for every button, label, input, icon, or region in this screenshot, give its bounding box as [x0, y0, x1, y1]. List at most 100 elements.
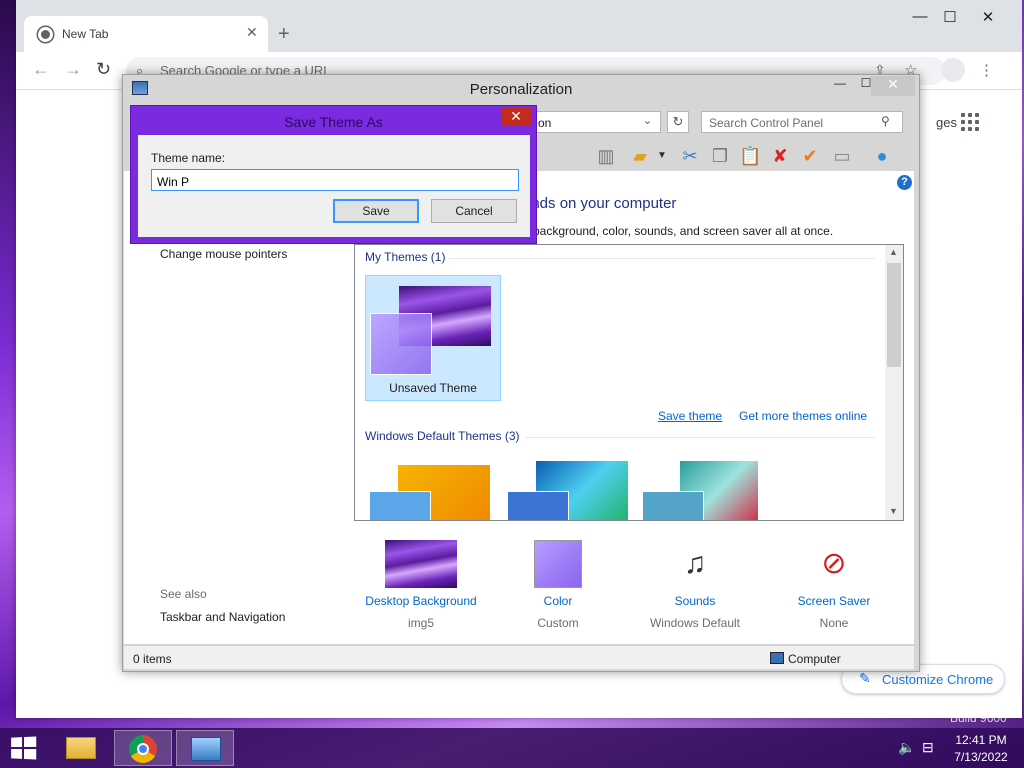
- shell-icon[interactable]: ●: [871, 145, 893, 167]
- images-link[interactable]: ges: [936, 115, 957, 130]
- page-heading: unds on your computer: [523, 195, 677, 212]
- color-item[interactable]: Color Custom: [498, 540, 618, 630]
- pencil-icon: ✎: [859, 670, 871, 686]
- start-windows-icon[interactable]: [11, 736, 38, 760]
- chrome-maximize-icon[interactable]: ☐: [932, 8, 968, 26]
- tab-close-icon[interactable]: ✕: [246, 24, 258, 41]
- dialog-title: Save Theme As: [284, 114, 383, 130]
- screen-saver-icon: ⊘: [821, 547, 847, 580]
- chrome-tab-new-tab[interactable]: New Tab ✕: [24, 16, 268, 52]
- search-icon: ⚲: [881, 114, 890, 128]
- theme-color-swatch: [642, 491, 704, 520]
- sounds-label: Sounds: [674, 594, 716, 608]
- dialog-close-icon[interactable]: ✕: [501, 107, 531, 126]
- cut-icon[interactable]: ✂: [679, 145, 701, 167]
- theme-color-swatch: [507, 491, 569, 520]
- save-theme-link[interactable]: Save theme: [658, 409, 722, 423]
- unsaved-theme-label: Unsaved Theme: [389, 381, 477, 395]
- desktop-background-label: Desktop Background: [365, 594, 477, 608]
- search-control-panel-input[interactable]: Search Control Panel: [701, 111, 903, 133]
- check-icon[interactable]: ✔: [799, 145, 821, 167]
- back-arrow-icon[interactable]: ←: [32, 59, 50, 80]
- close-icon[interactable]: ✕: [871, 76, 915, 96]
- screen-saver-value: None: [819, 616, 849, 630]
- scroll-up-icon[interactable]: ▲: [889, 247, 898, 257]
- taskbar: 🔈 ⊟ 12:41 PM 7/13/2022: [0, 728, 1024, 768]
- customize-chrome-label: Customize Chrome: [882, 672, 994, 687]
- refresh-icon[interactable]: ↻: [667, 111, 689, 133]
- status-computer-label: Computer: [788, 652, 841, 666]
- status-bar: 0 items Computer: [124, 645, 914, 669]
- get-more-themes-link[interactable]: Get more themes online: [739, 409, 867, 423]
- chrome-tab-favicon-icon: [38, 27, 53, 42]
- my-themes-header: My Themes (1): [365, 250, 446, 264]
- status-items-count: 0 items: [133, 652, 172, 666]
- delete-icon[interactable]: ✘: [769, 145, 791, 167]
- group-divider: [525, 437, 875, 438]
- scroll-down-icon[interactable]: ▼: [889, 506, 898, 516]
- properties-icon[interactable]: ▭: [831, 145, 853, 167]
- page-subtitle: p background, color, sounds, and screen …: [523, 224, 834, 238]
- copy-icon[interactable]: ❐: [709, 145, 731, 167]
- network-icon[interactable]: ⊟: [922, 739, 934, 756]
- save-theme-dialog: Save Theme As ✕ Theme name: Save Cancel: [130, 105, 537, 244]
- windows-default-themes-header: Windows Default Themes (3): [365, 429, 520, 443]
- chrome-icon: [129, 735, 157, 763]
- folder-icon[interactable]: ▰: [629, 145, 651, 167]
- chrome-close-icon[interactable]: ✕: [970, 8, 1006, 26]
- computer-icon: [770, 652, 784, 664]
- taskbar-navigation-link[interactable]: Taskbar and Navigation: [160, 610, 285, 624]
- address-dropdown-icon[interactable]: ⌄: [643, 114, 652, 127]
- themes-list: My Themes (1) Unsaved Theme Save theme G…: [354, 244, 904, 521]
- chrome-tab-title: New Tab: [62, 27, 109, 41]
- clock-date[interactable]: 7/13/2022: [942, 750, 1020, 764]
- paste-icon[interactable]: 📋: [739, 145, 761, 167]
- themes-scrollbar[interactable]: ▲ ▼: [885, 245, 903, 520]
- unsaved-theme-tile[interactable]: Unsaved Theme: [365, 275, 501, 401]
- group-divider: [449, 258, 875, 259]
- address-bar[interactable]: on: [533, 111, 661, 133]
- screen-saver-label: Screen Saver: [797, 594, 871, 608]
- flowers-theme-tile[interactable]: [503, 459, 639, 520]
- chrome-menu-icon[interactable]: ⋮: [979, 61, 994, 79]
- toolbar: ▥ ▰ ▼ ✂ ❐ 📋 ✘ ✔ ▭ ●: [533, 141, 921, 171]
- taskbar-file-explorer[interactable]: [52, 730, 110, 766]
- windows-theme-tile[interactable]: [365, 463, 501, 520]
- volume-muted-icon[interactable]: 🔈: [898, 739, 915, 756]
- save-button[interactable]: Save: [333, 199, 419, 223]
- scroll-thumb[interactable]: [887, 263, 901, 367]
- change-mouse-pointers-link[interactable]: Change mouse pointers: [160, 247, 287, 261]
- taskbar-control-panel[interactable]: [176, 730, 234, 766]
- layout-icon[interactable]: ▥: [595, 145, 617, 167]
- desktop-background-thumbnail: [385, 540, 457, 588]
- control-panel-icon: [191, 737, 221, 761]
- google-apps-icon[interactable]: [961, 113, 979, 131]
- taskbar-chrome[interactable]: [114, 730, 172, 766]
- profile-avatar-icon[interactable]: [941, 58, 965, 82]
- screen-saver-item[interactable]: ⊘ Screen Saver None: [774, 540, 894, 630]
- new-tab-button[interactable]: +: [278, 24, 290, 44]
- forward-arrow-icon[interactable]: →: [64, 59, 82, 80]
- desktop-background-item[interactable]: Desktop Background img5: [361, 540, 481, 630]
- build-watermark: Build 9600: [950, 711, 1007, 725]
- color-label: Color: [543, 594, 573, 608]
- sounds-item[interactable]: ♫ Sounds Windows Default: [635, 540, 755, 630]
- see-also-label: See also: [160, 587, 207, 601]
- color-value: Custom: [537, 616, 579, 630]
- reload-icon[interactable]: ↻: [96, 59, 111, 80]
- personalization-title: Personalization: [469, 81, 573, 98]
- minimize-icon[interactable]: —: [827, 76, 853, 96]
- cancel-button[interactable]: Cancel: [431, 199, 517, 223]
- help-icon[interactable]: ?: [897, 175, 912, 190]
- lines-theme-tile[interactable]: [640, 459, 776, 520]
- theme-name-input[interactable]: [151, 169, 519, 191]
- theme-color-swatch: [369, 491, 431, 520]
- sounds-icon: ♫: [683, 547, 707, 580]
- folder-icon: [66, 737, 96, 759]
- dropdown-icon[interactable]: ▼: [651, 145, 673, 167]
- dialog-body: Theme name: Save Cancel: [138, 135, 530, 237]
- theme-name-label: Theme name:: [151, 151, 226, 165]
- desktop-background-value: img5: [407, 616, 434, 630]
- clock-time[interactable]: 12:41 PM: [942, 733, 1020, 747]
- color-swatch-icon: [534, 540, 582, 588]
